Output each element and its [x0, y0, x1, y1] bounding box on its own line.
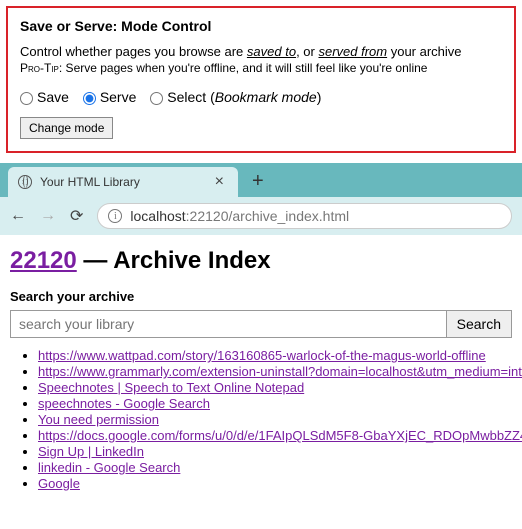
radio-serve[interactable] [83, 92, 96, 105]
radio-serve-text: Serve [100, 89, 137, 105]
mode-title: Save or Serve: Mode Control [20, 18, 502, 34]
globe-icon [18, 175, 32, 189]
list-item: linkedin - Google Search [38, 460, 512, 475]
pro-tip: Pro-Tip: Serve pages when you're offline… [20, 61, 502, 75]
list-item: You need permission [38, 412, 512, 427]
close-icon[interactable]: × [211, 173, 228, 191]
title-link[interactable]: 22120 [10, 247, 77, 274]
pro-tip-label: Pro-Tip [20, 61, 59, 75]
mode-control-panel: Save or Serve: Mode Control Control whet… [6, 6, 516, 153]
tab-bar: Your HTML Library × + [0, 163, 522, 197]
list-item: Speechnotes | Speech to Text Online Note… [38, 380, 512, 395]
archive-link[interactable]: Sign Up | LinkedIn [38, 444, 144, 459]
archive-link[interactable]: https://www.grammarly.com/extension-unin… [38, 364, 522, 379]
desc-served-from: served from [318, 44, 387, 59]
list-item: Google [38, 476, 512, 491]
radio-select-label[interactable]: Select (Bookmark mode) [150, 89, 321, 105]
desc-text: Control whether pages you browse are [20, 44, 247, 59]
url-bar[interactable]: i localhost:22120/archive_index.html [97, 203, 512, 229]
forward-icon[interactable]: → [40, 207, 56, 225]
radio-serve-label[interactable]: Serve [83, 89, 137, 105]
list-item: https://www.wattpad.com/story/163160865-… [38, 348, 512, 363]
radio-save[interactable] [20, 92, 33, 105]
desc-text: , or [296, 44, 318, 59]
bookmark-mode-text: Bookmark mode [215, 89, 317, 105]
list-item: speechnotes - Google Search [38, 396, 512, 411]
list-item: Sign Up | LinkedIn [38, 444, 512, 459]
browser-tab[interactable]: Your HTML Library × [8, 167, 238, 197]
mode-description: Control whether pages you browse are sav… [20, 44, 502, 59]
archive-link[interactable]: You need permission [38, 412, 159, 427]
radio-select[interactable] [150, 92, 163, 105]
desc-text: your archive [387, 44, 461, 59]
archive-link[interactable]: linkedin - Google Search [38, 460, 180, 475]
archive-link[interactable]: speechnotes - Google Search [38, 396, 210, 411]
browser-toolbar: ← → ⟳ i localhost:22120/archive_index.ht… [0, 197, 522, 235]
page-title: 22120 — Archive Index [10, 247, 512, 275]
change-mode-button[interactable]: Change mode [20, 117, 113, 139]
archive-link[interactable]: Google [38, 476, 80, 491]
list-item: https://docs.google.com/forms/u/0/d/e/1F… [38, 428, 512, 443]
search-button[interactable]: Search [447, 310, 512, 338]
radio-save-label[interactable]: Save [20, 89, 69, 105]
list-item: https://www.grammarly.com/extension-unin… [38, 364, 512, 379]
back-icon[interactable]: ← [10, 207, 26, 225]
new-tab-button[interactable]: + [252, 170, 264, 193]
title-rest: — Archive Index [77, 247, 271, 274]
archive-links: https://www.wattpad.com/story/163160865-… [10, 348, 512, 491]
page-content: 22120 — Archive Index Search your archiv… [0, 235, 522, 504]
radio-save-text: Save [37, 89, 69, 105]
pro-tip-text: : Serve pages when you're offline, and i… [59, 61, 428, 75]
search-row: Search [10, 310, 512, 338]
browser-window: Your HTML Library × + ← → ⟳ i localhost:… [0, 163, 522, 504]
reload-icon[interactable]: ⟳ [70, 206, 83, 226]
search-label: Search your archive [10, 289, 512, 304]
mode-radios: Save Serve Select (Bookmark mode) [20, 89, 502, 105]
url-host: localhost [130, 208, 185, 224]
search-input[interactable] [10, 310, 447, 338]
radio-select-text: Select ( [167, 89, 214, 105]
archive-link[interactable]: Speechnotes | Speech to Text Online Note… [38, 380, 304, 395]
radio-select-text: ) [317, 89, 322, 105]
url-path: :22120/archive_index.html [186, 208, 349, 224]
desc-saved-to: saved to [247, 44, 296, 59]
info-icon[interactable]: i [108, 209, 122, 223]
archive-link[interactable]: https://www.wattpad.com/story/163160865-… [38, 348, 486, 363]
tab-title: Your HTML Library [40, 175, 211, 189]
archive-link[interactable]: https://docs.google.com/forms/u/0/d/e/1F… [38, 428, 522, 443]
